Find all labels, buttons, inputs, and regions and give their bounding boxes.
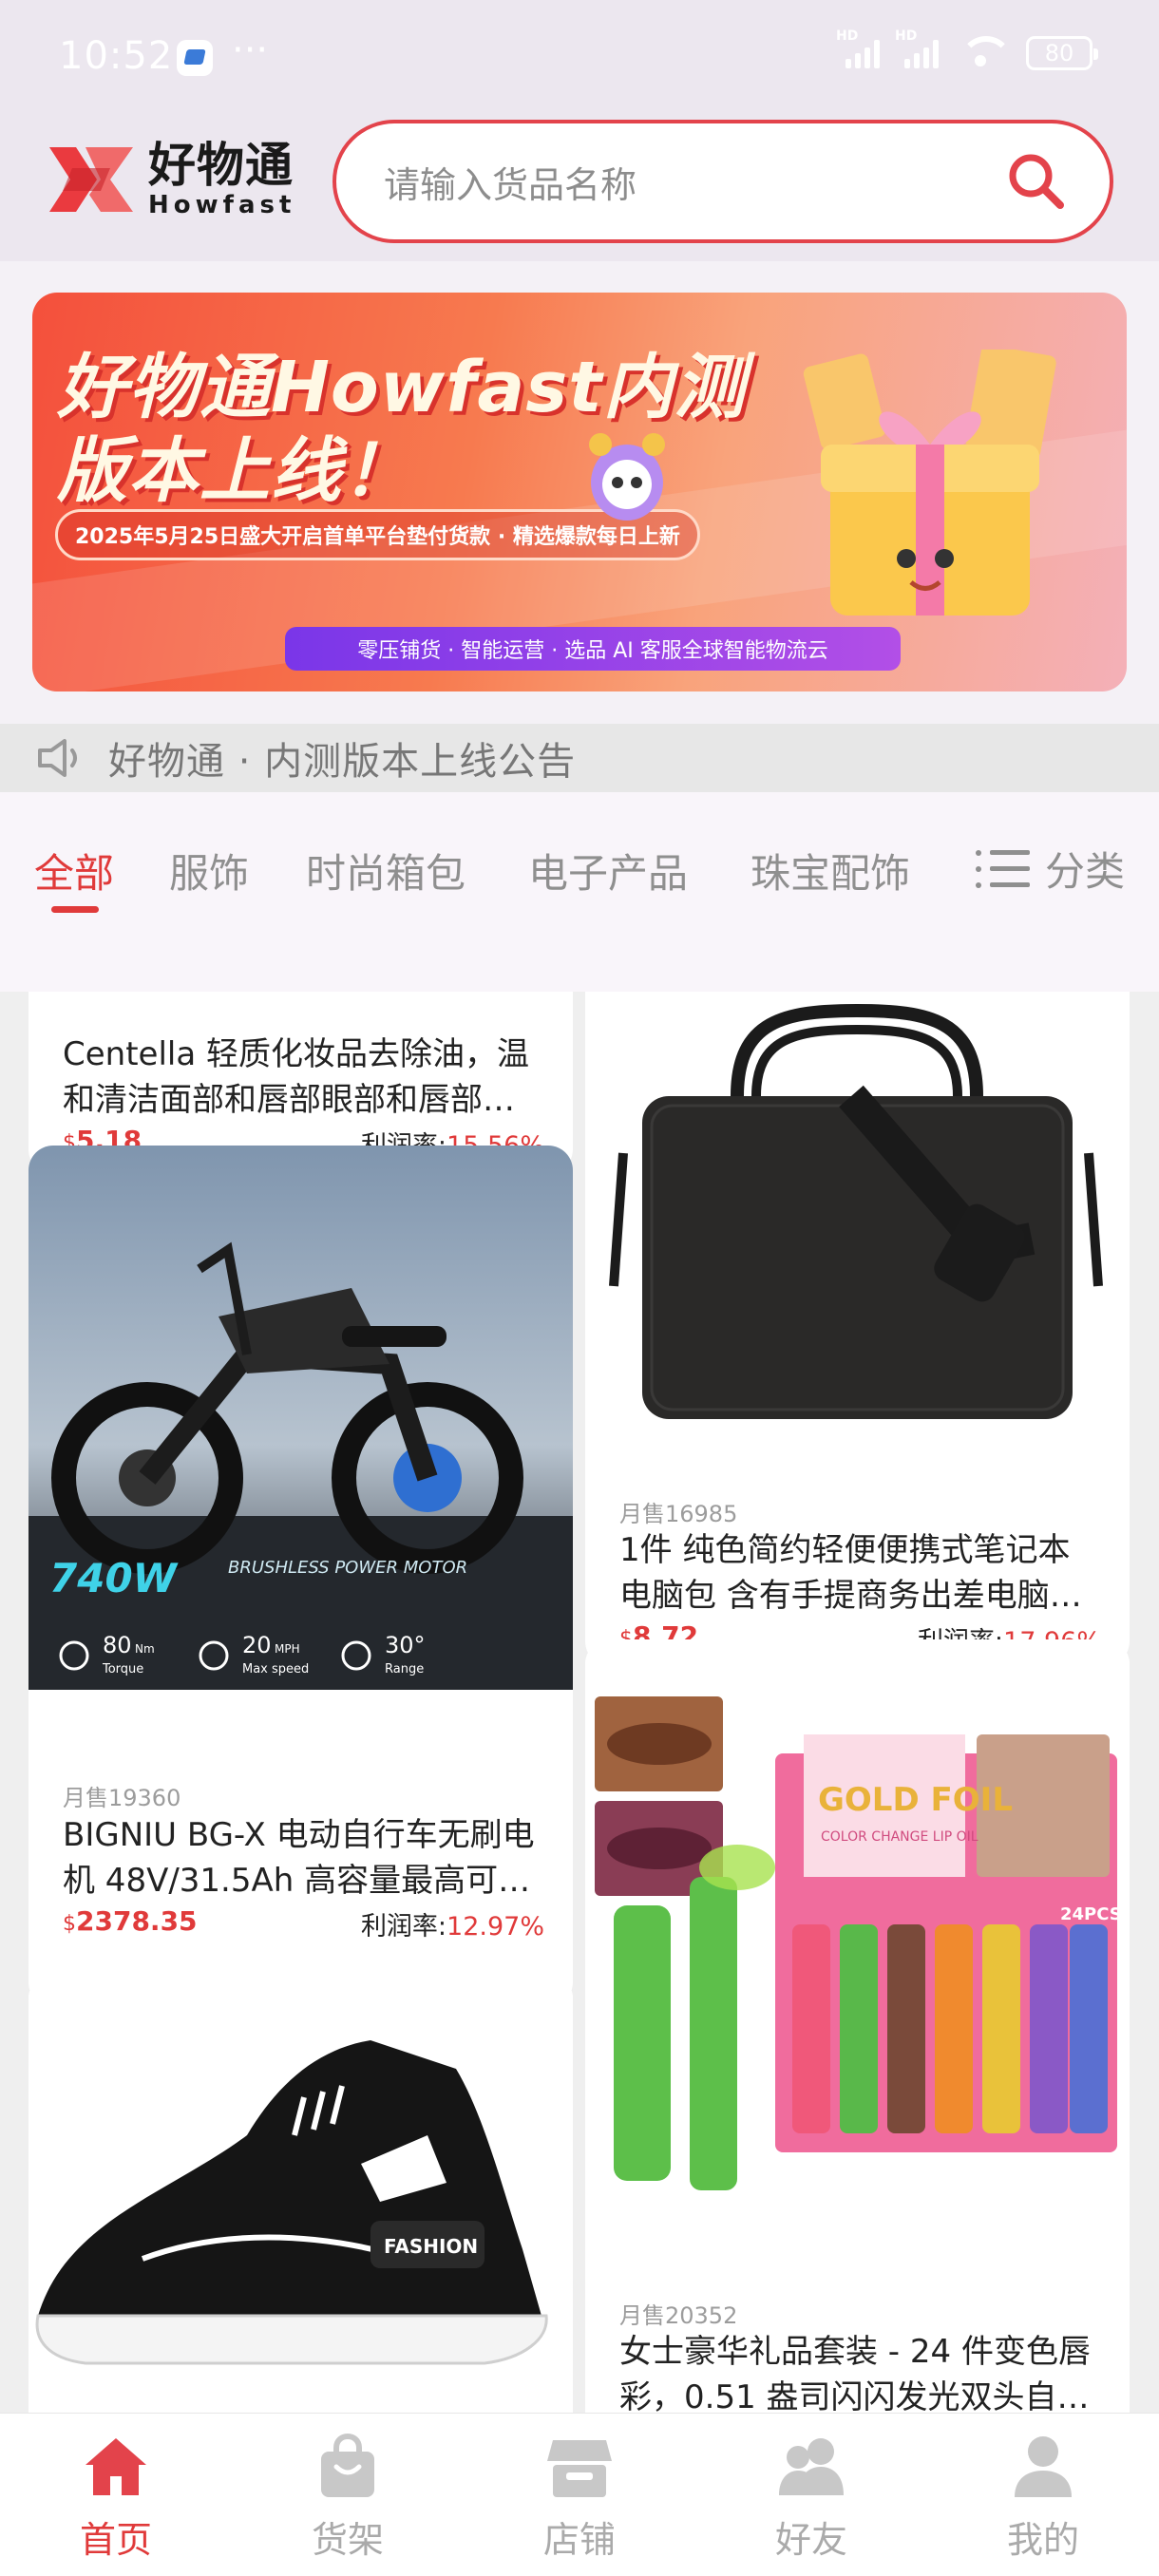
app-header: 好物通 Howfast 请输入货品名称 xyxy=(0,114,1159,261)
svg-text:GOLD FOIL: GOLD FOIL xyxy=(818,1781,1013,1819)
active-tab-indicator xyxy=(51,906,99,913)
product-title: Centella 轻质化妆品去除油，温和清洁面部和唇部眼部和唇部… xyxy=(63,1035,529,1119)
product-card[interactable]: 740W BRUSHLESS POWER MOTOR 80 Nm Torque … xyxy=(28,1146,573,2007)
ebike-product-image: 740W BRUSHLESS POWER MOTOR 80 Nm Torque … xyxy=(28,1146,573,1690)
profit-margin: 利润率:12.97% xyxy=(360,1912,544,1941)
cell-signal-icon: HD xyxy=(836,28,880,68)
home-icon xyxy=(86,2438,146,2495)
svg-text:BRUSHLESS POWER MOTOR: BRUSHLESS POWER MOTOR xyxy=(228,1558,467,1578)
nav-profile[interactable]: 我的 xyxy=(967,2433,1119,2563)
svg-text:Range: Range xyxy=(385,1662,424,1676)
svg-text:20: 20 xyxy=(242,1632,272,1658)
app-logo[interactable]: 好物通 Howfast xyxy=(44,137,319,222)
cell-signal-2-icon: HD xyxy=(895,28,939,68)
category-tabs: 全部 服饰 时尚箱包 电子产品 珠宝配饰 分类 xyxy=(0,792,1159,992)
nav-label: 货架 xyxy=(311,2519,384,2561)
product-title: 女士豪华礼品套装 - 24 件变色唇彩，0.51 盎司闪闪发光双头自… xyxy=(619,2333,1091,2413)
banner-tagline: 零压铺货 · 智能运营 · 选品 AI 客服全球智能物流云 xyxy=(285,627,901,671)
svg-text:24PCS: 24PCS xyxy=(1060,1904,1122,1924)
store-icon xyxy=(547,2440,612,2497)
logo-title: 好物通 xyxy=(148,138,294,193)
tab-jewelry[interactable]: 珠宝配饰 xyxy=(750,842,910,900)
svg-text:FASHION: FASHION xyxy=(384,2235,478,2258)
logo-mark-icon xyxy=(49,147,133,212)
lip-oil-product-image: GOLD FOIL COLOR CHANGE LIP OIL 24PCS xyxy=(585,1639,1130,2209)
svg-text:Max speed: Max speed xyxy=(242,1662,309,1676)
banner-title-2: 版本上线！ xyxy=(57,430,413,512)
shopping-bag-icon xyxy=(321,2433,374,2497)
monthly-sales: 月售20352 xyxy=(619,2302,738,2329)
tab-apparel[interactable]: 服饰 xyxy=(169,842,249,900)
status-time: 10:52 xyxy=(59,34,174,78)
nav-shelf[interactable]: 货架 xyxy=(272,2433,424,2563)
laptop-bag-product-image xyxy=(585,992,1130,1476)
tab-bags[interactable]: 时尚箱包 xyxy=(306,842,466,900)
svg-text:740W: 740W xyxy=(49,1555,180,1601)
alarm-clock-mascot-icon xyxy=(589,433,665,521)
monthly-sales: 月售19360 xyxy=(63,1785,181,1811)
bottom-navigation: 首页 货架 店铺 好友 我的 xyxy=(0,2413,1159,2576)
more-notifications-icon: ··· xyxy=(232,28,269,72)
nav-store[interactable]: 店铺 xyxy=(504,2433,656,2563)
announcement-bar[interactable]: 好物通 · 内测版本上线公告 xyxy=(0,724,1159,792)
wifi-icon xyxy=(960,36,1013,70)
svg-text:MPH: MPH xyxy=(275,1642,300,1656)
svg-text:Torque: Torque xyxy=(102,1662,143,1676)
friends-icon xyxy=(779,2438,844,2495)
nav-home[interactable]: 首页 xyxy=(40,2433,192,2563)
category-menu-button[interactable]: 分类 xyxy=(973,840,1125,898)
svg-text:COLOR CHANGE LIP OIL: COLOR CHANGE LIP OIL xyxy=(821,1829,978,1845)
sneaker-product-image: FASHION xyxy=(28,1974,573,2411)
product-title: BIGNIU BG-X 电动自行车无刷电机 48V/31.5Ah 高容量最高可… xyxy=(63,1816,535,1900)
svg-text:30°: 30° xyxy=(385,1632,426,1658)
gift-box-illustration-icon xyxy=(803,350,1056,616)
search-bar[interactable]: 请输入货品名称 xyxy=(332,120,1113,243)
speaker-icon xyxy=(38,739,77,777)
battery-level: 80 xyxy=(1044,40,1074,66)
promo-banner[interactable]: 好物通Howfast内测 版本上线！ 2025年5月25日盛大开启首单平台垫付货… xyxy=(32,293,1127,691)
category-label: 分类 xyxy=(1044,848,1125,895)
product-card[interactable]: 月售16985 1件 纯色简约轻便便携式笔记本电脑包 含有手提商务出差电脑… $… xyxy=(585,992,1130,1666)
product-feed: Centella 轻质化妆品去除油，温和清洁面部和唇部眼部和唇部… $5.18 … xyxy=(0,992,1159,2413)
search-input[interactable]: 请输入货品名称 xyxy=(384,156,1003,208)
nav-label: 我的 xyxy=(1006,2519,1079,2561)
tab-all[interactable]: 全部 xyxy=(34,842,114,900)
announcement-text[interactable]: 好物通 · 内测版本上线公告 xyxy=(108,730,576,786)
monthly-sales: 月售16985 xyxy=(619,1501,738,1527)
banner-section: 好物通Howfast内测 版本上线！ 2025年5月25日盛大开启首单平台垫付货… xyxy=(0,261,1159,724)
product-card[interactable]: FASHION xyxy=(28,1974,573,2413)
notification-app-icon xyxy=(177,40,213,76)
tab-electronics[interactable]: 电子产品 xyxy=(528,842,688,900)
logo-subtitle: Howfast xyxy=(148,191,296,219)
list-menu-icon xyxy=(975,849,1030,888)
status-bar: 10:52 ··· HD HD 80 xyxy=(0,0,1159,114)
nav-label: 首页 xyxy=(79,2519,152,2561)
nav-label: 好友 xyxy=(774,2519,847,2561)
product-price: $2378.35 xyxy=(63,1905,198,1937)
svg-text:Nm: Nm xyxy=(135,1642,155,1656)
search-icon[interactable] xyxy=(1003,148,1070,215)
nav-label: 店铺 xyxy=(542,2519,616,2561)
svg-text:80: 80 xyxy=(103,1632,132,1658)
battery-icon: 80 xyxy=(1026,36,1098,70)
profile-icon xyxy=(1015,2436,1072,2497)
product-card[interactable]: GOLD FOIL COLOR CHANGE LIP OIL 24PCS 月售2… xyxy=(585,1639,1130,2413)
nav-friends[interactable]: 好友 xyxy=(735,2433,887,2563)
product-title: 1件 纯色简约轻便便携式笔记本电脑包 含有手提商务出差电脑… xyxy=(619,1531,1082,1615)
